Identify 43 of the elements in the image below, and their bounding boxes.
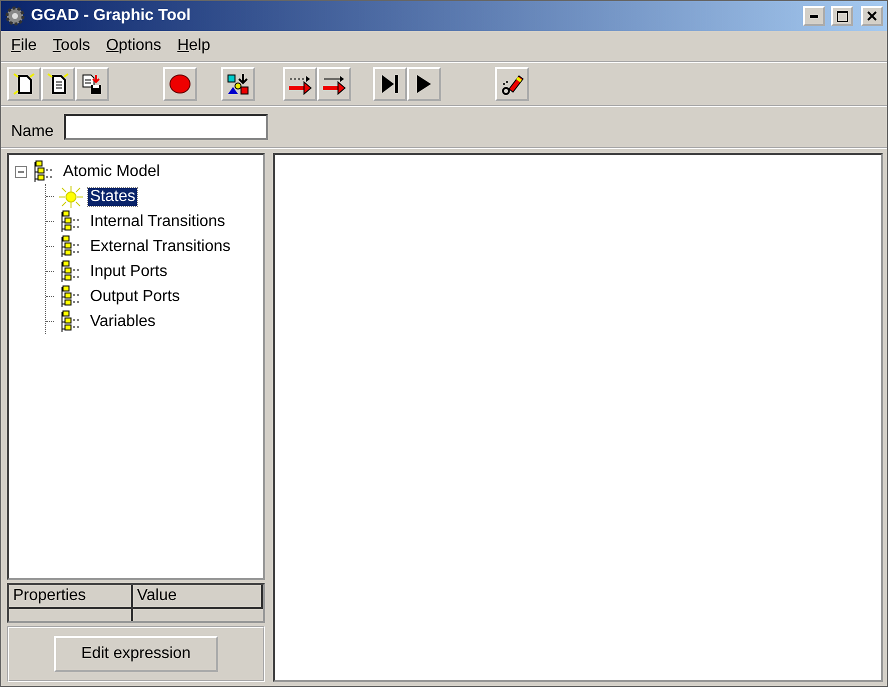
tree-item[interactable]: Input Ports — [88, 262, 170, 280]
tree-item[interactable]: Variables — [88, 312, 158, 330]
save-icon — [80, 72, 104, 96]
minimize-button[interactable] — [803, 6, 825, 26]
arrow-button[interactable] — [283, 67, 317, 101]
column-header: Properties — [9, 585, 133, 609]
document-button[interactable] — [41, 67, 75, 101]
menu-item[interactable]: Help — [171, 35, 216, 57]
step-button[interactable] — [373, 67, 407, 101]
document-icon — [46, 72, 70, 96]
new-file-button[interactable] — [7, 67, 41, 101]
window-title: GGAD - Graphic Tool — [31, 7, 192, 25]
menu-item[interactable]: Options — [100, 35, 168, 57]
name-label: Name — [11, 123, 54, 141]
new-file-icon — [12, 72, 36, 96]
stop-button[interactable] — [163, 67, 197, 101]
tree-item[interactable]: Atomic Model — [61, 162, 162, 180]
gear-icon — [5, 6, 25, 26]
step-icon — [382, 75, 398, 93]
eraser-button[interactable] — [495, 67, 529, 101]
stop-icon — [169, 74, 191, 94]
shapes-icon — [226, 72, 250, 96]
name-field[interactable] — [64, 114, 268, 140]
tree-item[interactable]: Internal Transitions — [88, 212, 228, 230]
close-icon — [867, 11, 877, 21]
menu-item[interactable]: File — [5, 35, 43, 57]
play-button[interactable] — [407, 67, 441, 101]
arrow-button[interactable] — [317, 67, 351, 101]
collapse-icon[interactable] — [15, 166, 27, 178]
save-button[interactable] — [75, 67, 109, 101]
edit-expression-button[interactable]: Edit expression — [54, 636, 218, 672]
sun-icon — [58, 184, 84, 208]
tree-item[interactable]: Output Ports — [88, 288, 182, 306]
close-button[interactable] — [861, 6, 883, 26]
tree-item[interactable]: States — [88, 188, 138, 206]
shapes-button[interactable] — [221, 67, 255, 101]
menu-item[interactable]: Tools — [46, 35, 96, 57]
minimize-icon — [810, 14, 818, 18]
column-header: Value — [133, 585, 263, 609]
play-icon — [417, 75, 431, 93]
maximize-button[interactable] — [831, 6, 853, 26]
maximize-icon — [836, 10, 848, 22]
tree-item[interactable]: External Transitions — [88, 238, 233, 256]
